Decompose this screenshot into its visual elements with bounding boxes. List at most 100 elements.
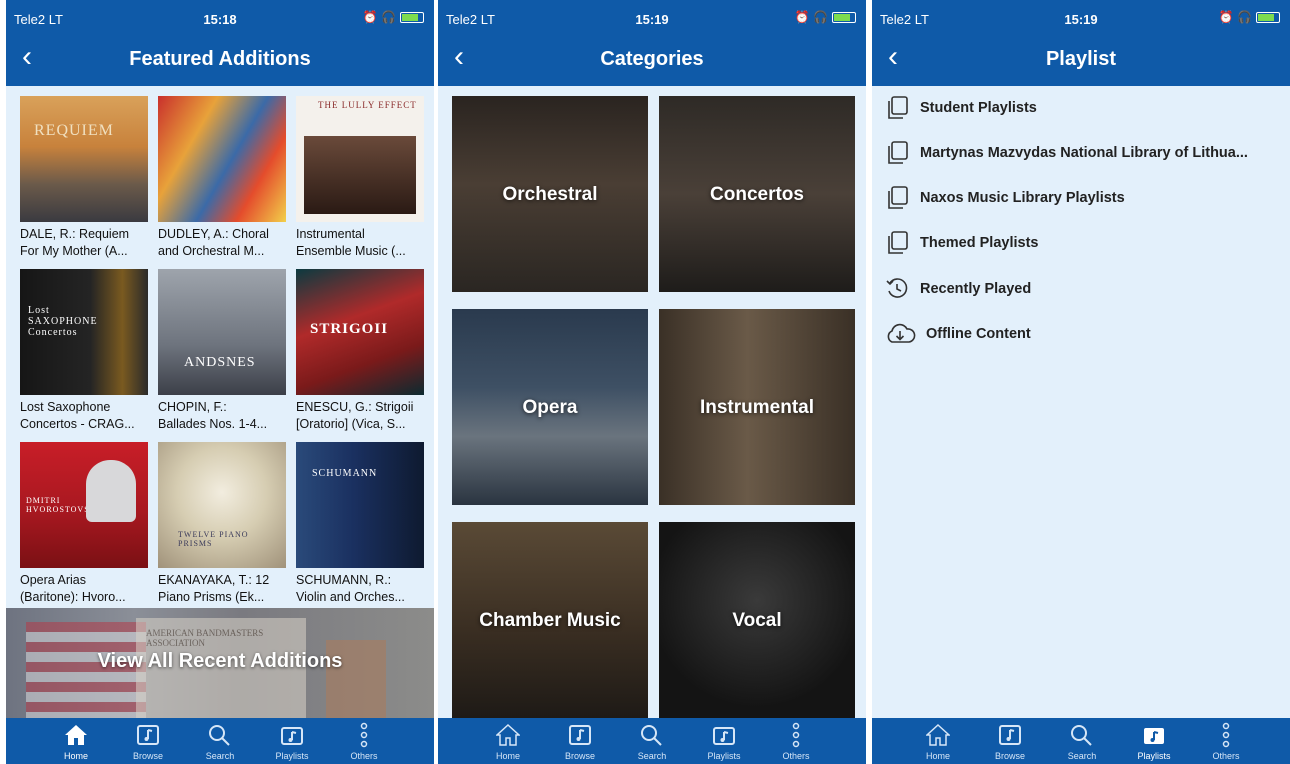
page-title: Featured Additions bbox=[129, 48, 311, 70]
tab-playlists[interactable]: Playlists bbox=[694, 721, 754, 761]
playlist-folder-icon bbox=[884, 185, 910, 211]
playlists-icon bbox=[1124, 721, 1184, 749]
browse-icon bbox=[550, 721, 610, 749]
search-icon bbox=[1052, 721, 1112, 749]
tab-label: Home bbox=[63, 751, 88, 761]
playlist-item-recently-played[interactable]: Recently Played bbox=[884, 269, 1282, 309]
category-label: Orchestral bbox=[502, 184, 598, 205]
album-card[interactable]: DUDLEY, A.: Choral and Orchestral M... bbox=[158, 96, 286, 260]
category-chamber-music[interactable]: Chamber Music bbox=[452, 522, 648, 718]
playlist-item-naxos[interactable]: Naxos Music Library Playlists bbox=[884, 178, 1282, 218]
category-label: Concertos bbox=[710, 184, 804, 205]
cover-portrait bbox=[86, 460, 136, 522]
page-title: Playlist bbox=[1045, 48, 1117, 70]
cover-text: Lost SAXOPHONE Concertos bbox=[28, 305, 98, 338]
album-title: DUDLEY, A.: Choral and Orchestral M... bbox=[158, 227, 269, 258]
view-all-recent-additions-button[interactable]: AMERICAN BANDMASTERS ASSOCIATION View Al… bbox=[6, 608, 434, 718]
tab-label: Search bbox=[637, 751, 667, 761]
tab-playlists[interactable]: Playlists bbox=[262, 721, 322, 761]
tab-others[interactable]: Others bbox=[1196, 721, 1256, 761]
tab-label: Others bbox=[1212, 751, 1240, 761]
album-card[interactable]: THE LULLY EFFECT Instrumental Ensemble M… bbox=[296, 96, 424, 260]
cover-text: SCHUMANN bbox=[312, 468, 378, 479]
tab-label: Search bbox=[1067, 751, 1097, 761]
tab-home[interactable]: Home bbox=[46, 721, 106, 761]
tab-label: Others bbox=[350, 751, 378, 761]
tab-browse[interactable]: Browse bbox=[550, 721, 610, 761]
album-cover: TWELVE PIANO PRISMS bbox=[158, 442, 286, 568]
tab-browse[interactable]: Browse bbox=[980, 721, 1040, 761]
album-card[interactable]: STRIGOII ENESCU, G.: Strigoii [Oratorio]… bbox=[296, 269, 424, 433]
album-card[interactable]: ANDSNES CHOPIN, F.: Ballades Nos. 1-4... bbox=[158, 269, 286, 433]
tab-search[interactable]: Search bbox=[190, 721, 250, 761]
tab-bar: Home Browse Search Playlists Others bbox=[438, 718, 866, 764]
more-vertical-icon bbox=[1196, 721, 1256, 749]
category-vocal[interactable]: Vocal bbox=[659, 522, 855, 718]
album-card[interactable]: DMITRI HVOROSTOVSKY Opera Arias (Bariton… bbox=[20, 442, 148, 606]
category-opera[interactable]: Opera bbox=[452, 309, 648, 505]
playlist-item-label: Recently Played bbox=[920, 281, 1032, 297]
playlist-item-themed[interactable]: Themed Playlists bbox=[884, 223, 1282, 263]
browse-icon bbox=[980, 721, 1040, 749]
category-label: Instrumental bbox=[699, 397, 815, 418]
album-title: Opera Arias (Baritone): Hvoro... bbox=[20, 573, 126, 604]
tab-playlists[interactable]: Playlists bbox=[1124, 721, 1184, 761]
album-cover bbox=[158, 96, 286, 222]
album-card[interactable]: SCHUMANN SCHUMANN, R.: Violin and Orches… bbox=[296, 442, 424, 606]
playlists-icon bbox=[262, 721, 322, 749]
playlist-item-label: Student Playlists bbox=[920, 100, 1037, 116]
tab-search[interactable]: Search bbox=[1052, 721, 1112, 761]
album-cover: DMITRI HVOROSTOVSKY bbox=[20, 442, 148, 568]
playlist-folder-icon bbox=[884, 140, 910, 166]
nav-bar: ‹ Categories bbox=[438, 34, 866, 86]
tab-label: Playlists bbox=[707, 751, 741, 761]
album-card[interactable]: REQUIEM DALE, R.: Requiem For My Mother … bbox=[20, 96, 148, 260]
playlist-item-student[interactable]: Student Playlists bbox=[884, 88, 1282, 128]
album-card[interactable]: TWELVE PIANO PRISMS EKANAYAKA, T.: 12 Pi… bbox=[158, 442, 286, 606]
tab-home[interactable]: Home bbox=[908, 721, 968, 761]
album-card[interactable]: Lost SAXOPHONE Concertos Lost Saxophone … bbox=[20, 269, 148, 433]
album-title: SCHUMANN, R.: Violin and Orches... bbox=[296, 573, 405, 604]
tab-bar: Home Browse Search Playlists Others bbox=[6, 718, 434, 764]
playlist-item-offline-content[interactable]: Offline Content bbox=[884, 314, 1282, 354]
album-cover: Lost SAXOPHONE Concertos bbox=[20, 269, 148, 395]
category-orchestral[interactable]: Orchestral bbox=[452, 96, 648, 292]
search-icon bbox=[622, 721, 682, 749]
playlist-item-label: Offline Content bbox=[926, 326, 1031, 342]
cover-text: THE LULLY EFFECT bbox=[318, 100, 417, 110]
category-instrumental[interactable]: Instrumental bbox=[659, 309, 855, 505]
category-concertos[interactable]: Concertos bbox=[659, 96, 855, 292]
nav-bar: ‹ Featured Additions bbox=[6, 34, 434, 86]
featured-grid: REQUIEM DALE, R.: Requiem For My Mother … bbox=[6, 86, 434, 718]
cover-text: ANDSNES bbox=[184, 355, 256, 370]
playlist-folder-icon bbox=[884, 95, 910, 121]
cover-text: STRIGOII bbox=[310, 321, 389, 337]
category-label: Chamber Music bbox=[479, 610, 621, 631]
battery-icon: ⏰ 🎧 bbox=[363, 10, 424, 24]
album-title: EKANAYAKA, T.: 12 Piano Prisms (Ek... bbox=[158, 573, 270, 604]
status-bar: Tele2 LT 15:19 ⏰ 🎧 bbox=[438, 0, 866, 34]
album-cover: ANDSNES bbox=[158, 269, 286, 395]
search-icon bbox=[190, 721, 250, 749]
album-title: DALE, R.: Requiem For My Mother (A... bbox=[20, 227, 130, 258]
playlist-folder-icon bbox=[884, 230, 910, 256]
battery-icon: ⏰ 🎧 bbox=[1219, 10, 1280, 24]
album-title: Instrumental Ensemble Music (... bbox=[296, 227, 406, 258]
banner-cover-text: AMERICAN BANDMASTERS ASSOCIATION bbox=[146, 628, 264, 648]
tab-label: Browse bbox=[564, 751, 595, 761]
home-icon bbox=[908, 721, 968, 749]
cover-text: REQUIEM bbox=[34, 122, 114, 139]
playlists-icon bbox=[694, 721, 754, 749]
cover-text: TWELVE PIANO PRISMS bbox=[178, 530, 249, 548]
tab-label: Home bbox=[495, 751, 520, 761]
tab-home[interactable]: Home bbox=[478, 721, 538, 761]
playlist-item-national-library[interactable]: Martynas Mazvydas National Library of Li… bbox=[884, 133, 1282, 173]
tab-browse[interactable]: Browse bbox=[118, 721, 178, 761]
status-bar: Tele2 LT 15:18 ⏰ 🎧 bbox=[6, 0, 434, 34]
history-icon bbox=[884, 276, 910, 302]
tab-label: Browse bbox=[994, 751, 1025, 761]
tab-others[interactable]: Others bbox=[334, 721, 394, 761]
tab-others[interactable]: Others bbox=[766, 721, 826, 761]
tab-search[interactable]: Search bbox=[622, 721, 682, 761]
category-label: Opera bbox=[522, 397, 578, 418]
